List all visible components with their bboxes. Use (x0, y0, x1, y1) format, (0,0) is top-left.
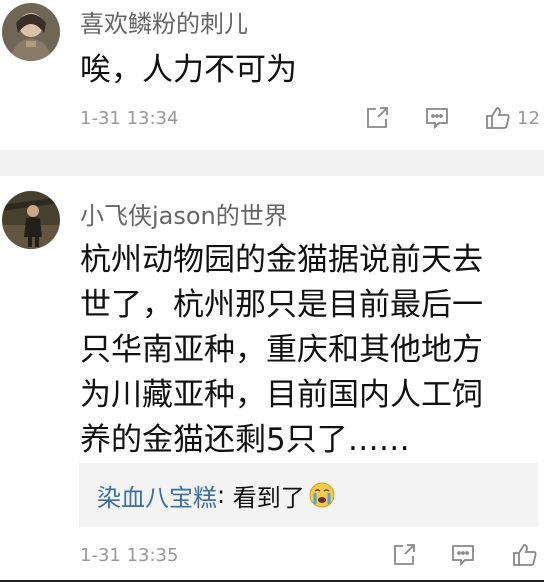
comment-footer: 1-31 13:34 12 (80, 104, 544, 134)
share-icon[interactable] (363, 104, 391, 132)
avatar[interactable] (2, 3, 60, 61)
comment-text-line: 养的金猫还剩5只了…… (80, 422, 410, 458)
comment-timestamp: 1-31 13:34 (80, 108, 179, 129)
comment-footer: 1-31 13:35 (80, 541, 544, 571)
thumbs-up-icon[interactable] (484, 104, 512, 132)
comment-separator (0, 150, 544, 176)
comment-text: 唉，人力不可为 (80, 52, 297, 88)
comment-text: 杭州动物园的金猫据说前天去 世了，杭州那只是目前最后一 只华南亚种，重庆和其他地… (80, 238, 532, 463)
share-icon[interactable] (390, 541, 418, 569)
comment-text-line: 杭州动物园的金猫据说前天去 (80, 242, 483, 278)
reply-separator: : (217, 481, 233, 509)
comment-card-1: 喜欢鳞粉的刺儿 唉，人力不可为 1-31 13:34 12 (0, 0, 544, 150)
crying-face-icon (309, 482, 335, 508)
thumbs-up-icon[interactable] (511, 541, 539, 569)
reply-username[interactable]: 染血八宝糕 (97, 478, 217, 513)
comment-timestamp: 1-31 13:35 (80, 545, 179, 566)
like-count: 12 (517, 108, 540, 129)
comment-text-line: 只华南亚种，重庆和其他地方 (80, 332, 483, 368)
comment-username[interactable]: 小飞侠jason的世界 (80, 196, 288, 231)
comment-username[interactable]: 喜欢鳞粉的刺儿 (80, 4, 248, 39)
comment-text-line: 世了，杭州那只是目前最后一 (80, 287, 483, 323)
comment-text-line: 为川藏亚种，目前国内人工饲 (80, 377, 483, 413)
reply-preview[interactable]: 染血八宝糕: 看到了 (79, 463, 538, 527)
reply-text: 看到了 (232, 483, 305, 512)
comment-icon[interactable] (449, 541, 477, 569)
comment-icon[interactable] (423, 104, 451, 132)
avatar[interactable] (2, 191, 60, 249)
